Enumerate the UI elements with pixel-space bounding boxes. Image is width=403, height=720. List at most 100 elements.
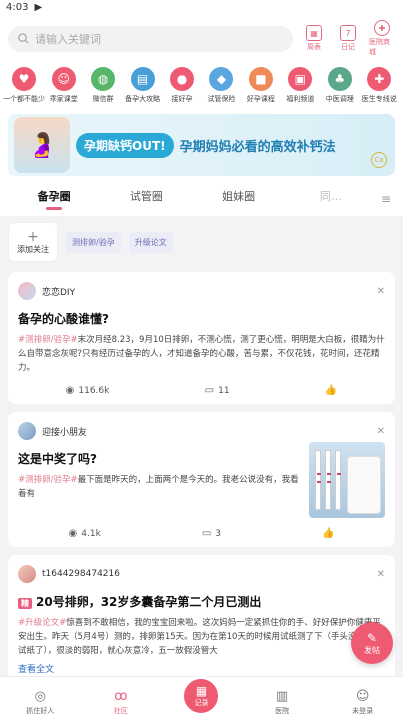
tabs-menu-icon[interactable]: ≡ [377, 192, 395, 206]
chip-ovulation[interactable]: 测排卵/验孕 [66, 231, 121, 253]
post-title: 精 20号排卵，32岁多囊备孕第二个月已测出 [18, 593, 385, 610]
grid-label: 接好孕 [171, 95, 193, 103]
close-icon[interactable]: ✕ [377, 286, 385, 297]
username[interactable]: 迎接小朋友 [42, 425, 371, 438]
community-icon: ꝏ [114, 689, 128, 704]
top-area: 请输入关键词 ▦ 周表 7 日记 ✚ 医院商城 ♥ 一个都不能少 ☺ 乖家课堂 ◍ 微… [0, 14, 403, 216]
post-actions: ◉ 4.1k ▭ 3 👍 [18, 528, 385, 539]
calendar-button[interactable]: ▦ 周表 [301, 25, 327, 52]
grid-label: 试管保险 [207, 95, 236, 103]
nav-item-profile[interactable]: ☺ 未登录 [322, 689, 403, 716]
post-button[interactable]: ✎ 发帖 [351, 622, 393, 664]
hospital-icon: ▥ [275, 689, 289, 704]
grid-item[interactable]: ■ 好孕课程 [241, 67, 280, 104]
views-stat: ◉ 4.1k [69, 528, 101, 539]
grid-label: 医生专线说 [361, 95, 397, 103]
grid-item[interactable]: ● 接好孕 [162, 67, 201, 104]
grid-item[interactable]: ▤ 备孕大攻略 [123, 67, 162, 104]
grid-item[interactable]: ☺ 乖家课堂 [44, 67, 83, 104]
nav-label: 抓住好人 [26, 707, 55, 715]
avatar[interactable] [18, 422, 36, 440]
post-title: 这是中奖了吗? [18, 452, 97, 466]
herb-icon: ♣ [327, 67, 352, 91]
nav-label: 未登录 [352, 707, 374, 715]
comment-button[interactable]: ▭ 3 [202, 528, 221, 539]
eye-icon: ◉ [68, 528, 78, 539]
post-header: 恋恋DIY ✕ [18, 280, 385, 302]
comment-count: 11 [218, 385, 230, 396]
thumbs-up-icon: 👍 [322, 528, 335, 539]
username[interactable]: t1644298474216 [42, 569, 371, 579]
hospital-button[interactable]: ✚ 医院商城 [369, 20, 395, 57]
promo-banner[interactable]: 🤰 孕期缺钙OUT! 孕期妈妈必看的高效补钙法 Ca [8, 114, 395, 176]
grid-label: 备孕大攻略 [125, 95, 161, 103]
test-strip-icon [335, 450, 341, 510]
tab-bar: 备孕圈 试管圈 姐妹圈 同… ≡ [0, 182, 403, 216]
comment-icon: ▭ [201, 528, 212, 539]
like-button[interactable]: 👍 [325, 385, 337, 396]
tab-shiguan[interactable]: 试管圈 [100, 188, 192, 210]
see-all-link[interactable]: 查看全文 [18, 662, 385, 675]
close-icon[interactable]: ✕ [377, 569, 385, 580]
profile-icon: ☺ [355, 689, 370, 704]
chip-upgrade-paper[interactable]: 升级论文 [128, 231, 173, 253]
post-card[interactable]: 恋恋DIY ✕ 备孕的心酸谁懂? #测排卵/验孕#末次月经8.23，9月10日排… [8, 272, 395, 404]
pencil-icon: ✎ [366, 630, 378, 645]
add-follow-button[interactable]: + 添加关注 [8, 222, 58, 262]
avatar[interactable] [18, 565, 36, 583]
like-button[interactable]: 👍 [322, 528, 334, 539]
post-card[interactable]: 迎接小朋友 ✕ 这是中奖了吗? #测排卵/验孕#最下面是昨天的，上面两个是今天的… [8, 412, 395, 547]
add-follow-label: 添加关注 [17, 244, 49, 254]
grid-item[interactable]: ◍ 微信群 [83, 67, 122, 104]
drop-icon: ● [170, 67, 195, 91]
mom-icon: ☺ [51, 67, 76, 91]
grid-item[interactable]: ♥ 一个都不能少 [3, 67, 45, 104]
baby-logo-icon: ♥ [12, 67, 36, 91]
comment-count: 3 [215, 528, 221, 539]
tab-more-partial[interactable]: 同… [285, 188, 377, 210]
pregnancy-test-photo[interactable] [309, 442, 385, 518]
grid-item[interactable]: ▣ 福利频道 [281, 67, 320, 104]
grid-item[interactable]: ◆ 试管保险 [202, 67, 241, 104]
username[interactable]: 恋恋DIY [42, 285, 371, 298]
post-card[interactable]: t1644298474216 ✕ 精 20号排卵，32岁多囊备孕第二个月已测出 #… [8, 555, 395, 683]
post-body: #测排卵/验孕#末次月经8.23，9月10日排卵，不测心慌，测了更心慌，明明是大… [18, 333, 385, 375]
post-tag[interactable]: #测排卵/验孕# [18, 335, 78, 345]
views-count: 4.1k [81, 528, 101, 539]
nav-item-record[interactable]: ▦ 记录 [161, 676, 242, 716]
nav-item-home[interactable]: ◎ 抓住好人 [0, 689, 81, 716]
post-tag[interactable]: #升级论文# [18, 618, 66, 628]
tab-jiemei[interactable]: 姐妹圈 [193, 188, 285, 210]
search-placeholder: 请输入关键词 [35, 32, 101, 46]
search-input[interactable]: 请输入关键词 [8, 25, 293, 52]
close-icon[interactable]: ✕ [377, 426, 385, 437]
views-count: 116.6k [78, 385, 110, 396]
doctor-icon: ✚ [367, 67, 392, 91]
comment-icon: ▭ [204, 385, 215, 396]
wechat-icon: ◍ [91, 67, 116, 91]
test-cassette-icon [347, 456, 381, 514]
grid-label: 福利频道 [286, 95, 315, 103]
status-bar: 4:03 ▶ [0, 0, 403, 14]
tab-beiyun[interactable]: 备孕圈 [8, 188, 100, 210]
post-text: 惊喜到不敢相信，我的宝宝回来啦。这次妈妈一定紧抓住你的手、好好保护你健康平安出生… [18, 618, 382, 656]
avatar[interactable] [18, 282, 36, 300]
nav-item-hospital[interactable]: ▥ 医院 [242, 689, 323, 716]
diary-button[interactable]: 7 日记 [335, 25, 361, 52]
record-button[interactable]: ▦ 记录 [181, 676, 222, 716]
nav-item-community[interactable]: ꝏ 社区 [81, 689, 162, 716]
status-time: 4:03 [6, 1, 29, 13]
post-header: 迎接小朋友 ✕ [18, 420, 385, 442]
thumbs-up-icon: 👍 [324, 385, 338, 396]
shield-icon: ◆ [209, 67, 234, 91]
comment-button[interactable]: ▭ 11 [205, 385, 230, 396]
test-line-icon [327, 473, 331, 475]
grid-item[interactable]: ✚ 医生专线说 [360, 67, 399, 104]
search-row: 请输入关键词 ▦ 周表 7 日记 ✚ 医院商城 [0, 14, 403, 61]
mother-illustration-icon: 🤰 [14, 117, 70, 173]
grid-label: 微信群 [92, 95, 114, 103]
post-tag[interactable]: #测排卵/验孕# [18, 475, 78, 485]
compass-icon: ◎ [34, 689, 46, 704]
post-body: #测排卵/验孕#最下面是昨天的，上面两个是今天的。我老公说没有，我看着有 [18, 473, 301, 501]
grid-item[interactable]: ♣ 中医调理 [320, 67, 359, 104]
